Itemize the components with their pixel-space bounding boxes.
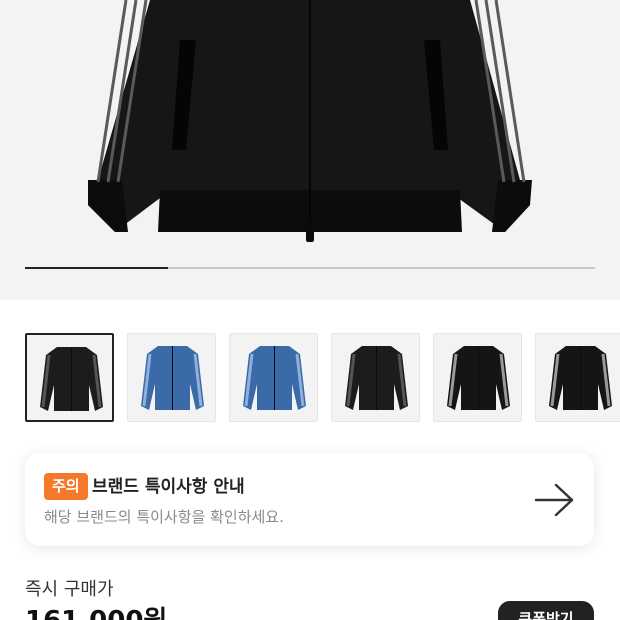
thumbnail-5[interactable] — [535, 333, 620, 422]
thumbnail-image — [141, 346, 204, 410]
thumbnail-image — [243, 346, 306, 410]
thumbnail-1[interactable] — [127, 333, 216, 422]
notice-title: 브랜드 특이사항 안내 — [92, 477, 245, 497]
thumbnail-4[interactable] — [433, 333, 522, 422]
carousel-progress-track — [25, 267, 595, 269]
price-value: 161,000원 — [25, 604, 167, 620]
price-label: 즉시 구매가 — [25, 579, 114, 600]
thumbnail-0[interactable] — [25, 333, 114, 422]
thumbnail-image — [447, 346, 510, 410]
thumbnail-image — [549, 346, 612, 410]
thumbnail-3[interactable] — [331, 333, 420, 422]
coupon-button[interactable]: 쿠폰받기 — [498, 601, 594, 620]
notice-description: 해당 브랜드의 특이사항을 확인하세요. — [44, 508, 284, 526]
product-image — [88, 0, 532, 242]
thumbnail-image — [345, 346, 408, 410]
product-image-carousel[interactable] — [0, 0, 620, 300]
carousel-progress-fill — [25, 267, 168, 269]
thumbnail-image — [40, 347, 103, 411]
arrow-right-icon[interactable] — [534, 480, 576, 520]
warning-badge: 주의 — [44, 473, 88, 500]
thumbnail-2[interactable] — [229, 333, 318, 422]
brand-notice-card[interactable]: 주의 브랜드 특이사항 안내 해당 브랜드의 특이사항을 확인하세요. — [25, 453, 594, 546]
thumbnail-strip — [25, 333, 620, 422]
